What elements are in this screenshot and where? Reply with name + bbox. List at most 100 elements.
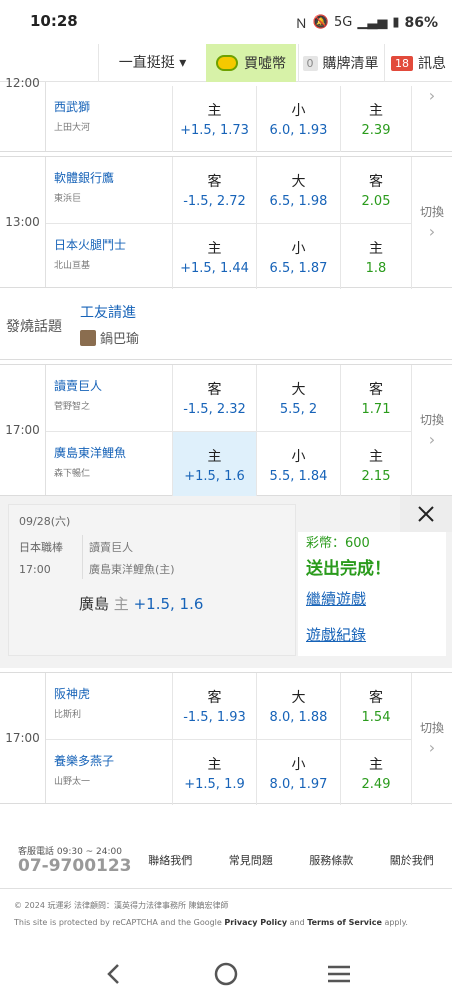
buy-coin-label: 買噓幣 [244, 56, 286, 72]
team-info: 日本火腿鬥士 北山亘基 [46, 224, 173, 289]
footer-links: 聯絡我們 常見問題 服務條款 關於我們 [130, 852, 452, 868]
battery-level: 86% [404, 14, 438, 31]
status-icons: Ｎ 🔕 5G ▁▃▅ ▮ 86% [294, 13, 438, 33]
messages-button[interactable]: 18 訊息 [384, 44, 452, 82]
privacy-policy-link[interactable]: Privacy Policy [224, 918, 287, 927]
cart-count-badge: 0 [302, 55, 318, 71]
odds-cell-moneyline[interactable]: 主 1.8 [341, 224, 412, 289]
switch-button[interactable]: › [412, 82, 452, 151]
hot-topic-title[interactable]: 工友請進 [80, 302, 136, 322]
team-info: 西武獅 上田大河 [46, 86, 173, 152]
divider [0, 888, 452, 889]
team-row: 廣島東洋鯉魚 森下暢仁 主 +1.5, 1.6 小 5.5, 1.84 主 2.15 [46, 431, 412, 497]
avatar [80, 329, 96, 346]
odds-cell-moneyline[interactable]: 主 2.49 [341, 740, 412, 805]
team-info: 讀賣巨人 菅野智之 [46, 365, 173, 431]
team-name[interactable]: 養樂多燕子 [54, 752, 172, 769]
game-time: 17:00 [0, 365, 46, 495]
team-row: 軟體銀行鷹 東浜巨 客 -1.5, 2.72 大 6.5, 1.98 客 2.05 [46, 157, 412, 223]
ticket-time: 17:00 [19, 563, 51, 576]
odds-cell-total[interactable]: 大 6.5, 1.98 [257, 157, 341, 223]
ticket-league: 日本職棒 [19, 541, 63, 554]
team-name[interactable]: 軟體銀行鷹 [54, 169, 172, 186]
cart-label: 購牌清單 [322, 56, 379, 72]
close-button[interactable] [400, 496, 452, 532]
signal-icon: ▁▃▅ [357, 15, 388, 30]
odds-cell-handicap-selected[interactable]: 主 +1.5, 1.6 [173, 432, 257, 497]
cart-button[interactable]: 0 購牌清單 [298, 44, 382, 82]
odds-cell-total[interactable]: 小 6.5, 1.87 [257, 224, 341, 289]
back-button[interactable] [98, 960, 128, 988]
odds-cell-handicap[interactable]: 主 +1.5, 1.73 [173, 86, 257, 152]
switch-label: 切換 [419, 721, 444, 735]
submit-status: 送出完成！ [306, 559, 391, 579]
game-history-link[interactable]: 遊戲紀錄 [306, 624, 366, 645]
team-info: 阪神虎 比斯利 [46, 673, 173, 739]
pick-odds: +1.5, 1.6 [133, 595, 204, 613]
odds-cell-moneyline[interactable]: 客 1.71 [341, 365, 412, 431]
footer-link-about[interactable]: 關於我們 [390, 852, 434, 868]
menu-icon [328, 965, 350, 983]
recents-button[interactable] [324, 960, 354, 988]
home-icon [214, 962, 238, 986]
ticket-home-team: 廣島東洋鯉魚(主) [89, 563, 175, 576]
odds-cell-handicap[interactable]: 客 -1.5, 2.72 [173, 157, 257, 223]
team-info: 廣島東洋鯉魚 森下暢仁 [46, 432, 173, 497]
hot-topic-author[interactable]: 鍋巴瑜 [80, 328, 139, 347]
chevron-right-icon: › [428, 738, 436, 757]
pitcher-name: 上田大河 [54, 123, 91, 133]
team-name[interactable]: 西武獅 [54, 98, 172, 115]
footer-link-contact[interactable]: 聯絡我們 [148, 852, 192, 868]
odds-cell-total[interactable]: 小 5.5, 1.84 [257, 432, 341, 497]
switch-button[interactable]: 切換 › [412, 157, 452, 287]
odds-cell-total[interactable]: 大 5.5, 2 [257, 365, 341, 431]
odds-cell-handicap[interactable]: 主 +1.5, 1.44 [173, 224, 257, 289]
odds-cell-moneyline[interactable]: 客 2.05 [341, 157, 412, 223]
odds-cell-moneyline[interactable]: 主 2.15 [341, 432, 412, 497]
footer-link-faq[interactable]: 常見問題 [229, 852, 273, 868]
chevron-right-icon: › [428, 86, 436, 105]
team-row: 阪神虎 比斯利 客 -1.5, 1.93 大 8.0, 1.88 客 1.54 [46, 673, 412, 739]
odds-cell-handicap[interactable]: 客 -1.5, 1.93 [173, 673, 257, 739]
footer-link-terms[interactable]: 服務條款 [309, 852, 353, 868]
team-name[interactable]: 阪神虎 [54, 685, 172, 702]
team-row: 讀賣巨人 菅野智之 客 -1.5, 2.32 大 5.5, 2 客 1.71 [46, 365, 412, 431]
hot-topic-bar: 發燒話題 工友請進 鍋巴瑜 [0, 290, 452, 360]
terms-of-service-link[interactable]: Terms of Service [307, 918, 382, 927]
team-name[interactable]: 廣島東洋鯉魚 [54, 444, 172, 461]
ticket-away-team: 讀賣巨人 [89, 541, 133, 554]
system-nav-bar [0, 948, 452, 1000]
pitcher-name: 比斯利 [54, 710, 82, 720]
switch-label: 切換 [419, 413, 444, 427]
nfc-icon: Ｎ [294, 17, 308, 32]
odds-cell-total[interactable]: 小 8.0, 1.97 [257, 740, 341, 805]
team-name[interactable]: 日本火腿鬥士 [54, 236, 172, 253]
odds-cell-handicap[interactable]: 客 -1.5, 2.32 [173, 365, 257, 431]
back-icon [107, 964, 119, 984]
odds-cell-moneyline[interactable]: 主 2.39 [341, 86, 412, 152]
continue-game-link[interactable]: 繼續遊戲 [306, 588, 366, 609]
switch-button[interactable]: 切換 › [412, 365, 452, 495]
team-name[interactable]: 讀賣巨人 [54, 377, 172, 394]
ticket-date: 09/28(六) [19, 515, 71, 528]
switch-label: 切換 [419, 205, 444, 219]
service-phone[interactable]: 07-9700123 [18, 856, 132, 876]
odds-cell-moneyline[interactable]: 客 1.54 [341, 673, 412, 739]
odds-cell-total[interactable]: 大 8.0, 1.88 [257, 673, 341, 739]
game-time: 13:00 [0, 157, 46, 287]
user-dropdown[interactable]: 一直挺挺 ▾ [98, 44, 206, 82]
coin-balance: 彩幣：600 [306, 536, 370, 551]
battery-icon: ▮ [392, 15, 400, 30]
bet-confirmation-popup: 09/28(六) 日本職棒 17:00 讀賣巨人 廣島東洋鯉魚(主) 廣島 主 … [0, 496, 452, 668]
odds-cell-handicap[interactable]: 主 +1.5, 1.9 [173, 740, 257, 805]
switch-button[interactable]: 切換 › [412, 673, 452, 803]
divider [82, 535, 83, 579]
home-button[interactable] [211, 960, 241, 988]
ticket-pick: 廣島 主 +1.5, 1.6 [79, 593, 203, 614]
odds-cell-total[interactable]: 小 6.0, 1.93 [257, 86, 341, 152]
top-nav: 一直挺挺 ▾ 買噓幣 0 購牌清單 18 訊息 [0, 44, 452, 82]
team-row: 日本火腿鬥士 北山亘基 主 +1.5, 1.44 小 6.5, 1.87 主 1.8 [46, 223, 412, 289]
buy-coin-button[interactable]: 買噓幣 [206, 44, 296, 82]
game-block: 13:00 軟體銀行鷹 東浜巨 客 -1.5, 2.72 大 6.5, 1.98 客… [0, 156, 452, 289]
result-panel: 彩幣：600 送出完成！ 繼續遊戲 遊戲紀錄 [298, 532, 446, 656]
